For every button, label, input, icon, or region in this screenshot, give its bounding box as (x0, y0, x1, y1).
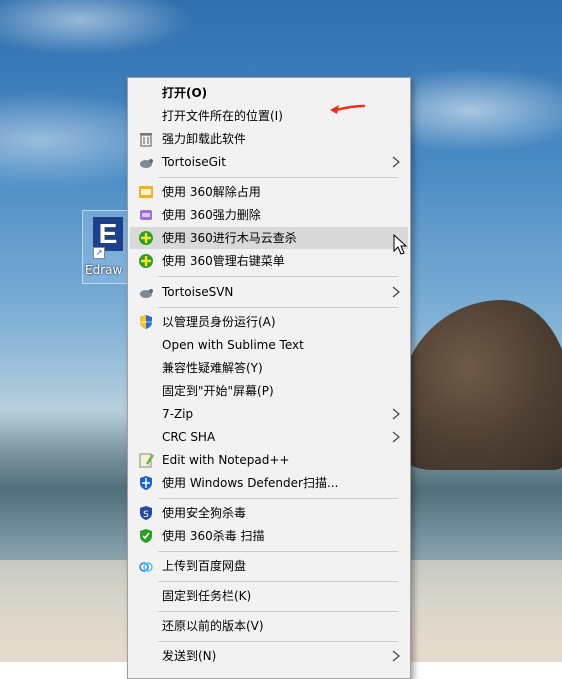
menu-item-label: TortoiseGit (162, 155, 226, 169)
menu-item-360-shred[interactable]: 使用 360强力删除 (130, 204, 408, 226)
uac-shield-icon (140, 315, 152, 329)
menu-item-label: 强力卸载此软件 (162, 132, 247, 146)
chevron-right-icon (392, 286, 400, 298)
chevron-right-icon (392, 650, 400, 662)
menu-item-pin-taskbar[interactable]: 固定到任务栏(K) (130, 585, 408, 607)
menu-separator (158, 498, 398, 499)
menu-item-label: 使用 360进行木马云查杀 (162, 231, 297, 245)
menu-item-label: 使用 360管理右键菜单 (162, 254, 285, 268)
menu-item-label: 还原以前的版本(V) (162, 619, 264, 633)
menu-item-open-sublime[interactable]: Open with Sublime Text (130, 334, 408, 356)
menu-item-360-cloud-scan[interactable]: 使用 360进行木马云查杀 (130, 227, 408, 249)
menu-item-label: 固定到"开始"屏幕(P) (162, 384, 274, 398)
menu-separator (158, 581, 398, 582)
menu-item-label: 打开文件所在的位置(I) (162, 109, 283, 123)
edraw-logo-icon: E (93, 217, 123, 251)
chevron-right-icon (392, 408, 400, 420)
360-shred-icon (140, 210, 152, 220)
menu-separator (158, 641, 398, 642)
menu-item-label: Open with Sublime Text (162, 338, 304, 352)
menu-item-pin-start[interactable]: 固定到"开始"屏幕(P) (130, 380, 408, 402)
menu-item-360-antivirus[interactable]: 使用 360杀毒 扫描 (130, 525, 408, 547)
menu-item-compat-troubleshoot[interactable]: 兼容性疑难解答(Y) (130, 357, 408, 379)
menu-item-run-as-admin[interactable]: 以管理员身份运行(A) (130, 311, 408, 333)
desktop-icon-label: Edraw (85, 263, 123, 277)
menu-separator (158, 551, 398, 552)
safedog-icon: S (140, 506, 152, 520)
wallpaper-rock (400, 300, 562, 470)
menu-item-label: 固定到任务栏(K) (162, 589, 252, 603)
defender-icon (140, 476, 152, 490)
menu-item-7zip[interactable]: 7-Zip (130, 403, 408, 425)
menu-item-safedog[interactable]: S 使用安全狗杀毒 (130, 502, 408, 524)
menu-separator (158, 611, 398, 612)
menu-item-label: Edit with Notepad++ (162, 453, 290, 467)
annotation-arrow-icon (330, 104, 366, 114)
menu-item-restore-versions[interactable]: 还原以前的版本(V) (130, 615, 408, 637)
menu-separator (158, 307, 398, 308)
baidu-netdisk-icon (139, 562, 153, 572)
360-antivirus-icon (140, 529, 152, 543)
menu-item-label: 使用 360解除占用 (162, 185, 261, 199)
menu-item-label: CRC SHA (162, 430, 216, 444)
360-menu-manage-icon (139, 254, 153, 268)
context-menu: 打开(O) 打开文件所在的位置(I) 强力卸载此软件 TortoiseGit 使… (127, 77, 411, 679)
menu-item-label: 以管理员身份运行(A) (162, 315, 276, 329)
menu-item-notepadpp[interactable]: Edit with Notepad++ (130, 449, 408, 471)
desktop-icon-edraw[interactable]: E ↗ Edraw (82, 210, 130, 284)
chevron-right-icon (392, 156, 400, 168)
menu-item-label: 上传到百度网盘 (162, 559, 247, 573)
menu-item-360-unlock[interactable]: 使用 360解除占用 (130, 181, 408, 203)
menu-separator (158, 276, 398, 277)
menu-item-label: 兼容性疑难解答(Y) (162, 361, 263, 375)
menu-item-label: 打开(O) (162, 86, 208, 100)
mouse-cursor-icon (393, 234, 408, 255)
menu-item-label: 使用 360杀毒 扫描 (162, 529, 265, 543)
360-scan-icon (139, 231, 153, 245)
tortoisesvn-icon (140, 289, 153, 298)
menu-item-360-manage-menu[interactable]: 使用 360管理右键菜单 (130, 250, 408, 272)
menu-item-defender-scan[interactable]: 使用 Windows Defender扫描... (130, 472, 408, 494)
menu-item-tortoisesvn[interactable]: TortoiseSVN (130, 281, 408, 303)
menu-item-send-to[interactable]: 发送到(N) (130, 645, 408, 667)
menu-item-label: 7-Zip (162, 407, 194, 421)
menu-separator (158, 177, 398, 178)
menu-item-label: TortoiseSVN (162, 285, 234, 299)
notepadpp-icon (139, 453, 154, 468)
menu-item-crc-sha[interactable]: CRC SHA (130, 426, 408, 448)
trash-icon (140, 133, 152, 147)
svg-text:S: S (143, 510, 149, 520)
chevron-right-icon (392, 431, 400, 443)
menu-item-label: 使用 360强力删除 (162, 208, 261, 222)
360-unlock-icon (139, 186, 153, 198)
menu-item-force-uninstall[interactable]: 强力卸载此软件 (130, 128, 408, 150)
shortcut-arrow-icon: ↗ (93, 247, 105, 259)
tortoisegit-icon (140, 159, 153, 168)
menu-item-tortoisegit[interactable]: TortoiseGit (130, 151, 408, 173)
menu-item-label: 使用 Windows Defender扫描... (162, 476, 339, 490)
menu-item-label: 使用安全狗杀毒 (162, 506, 247, 520)
menu-item-baidu-netdisk[interactable]: 上传到百度网盘 (130, 555, 408, 577)
